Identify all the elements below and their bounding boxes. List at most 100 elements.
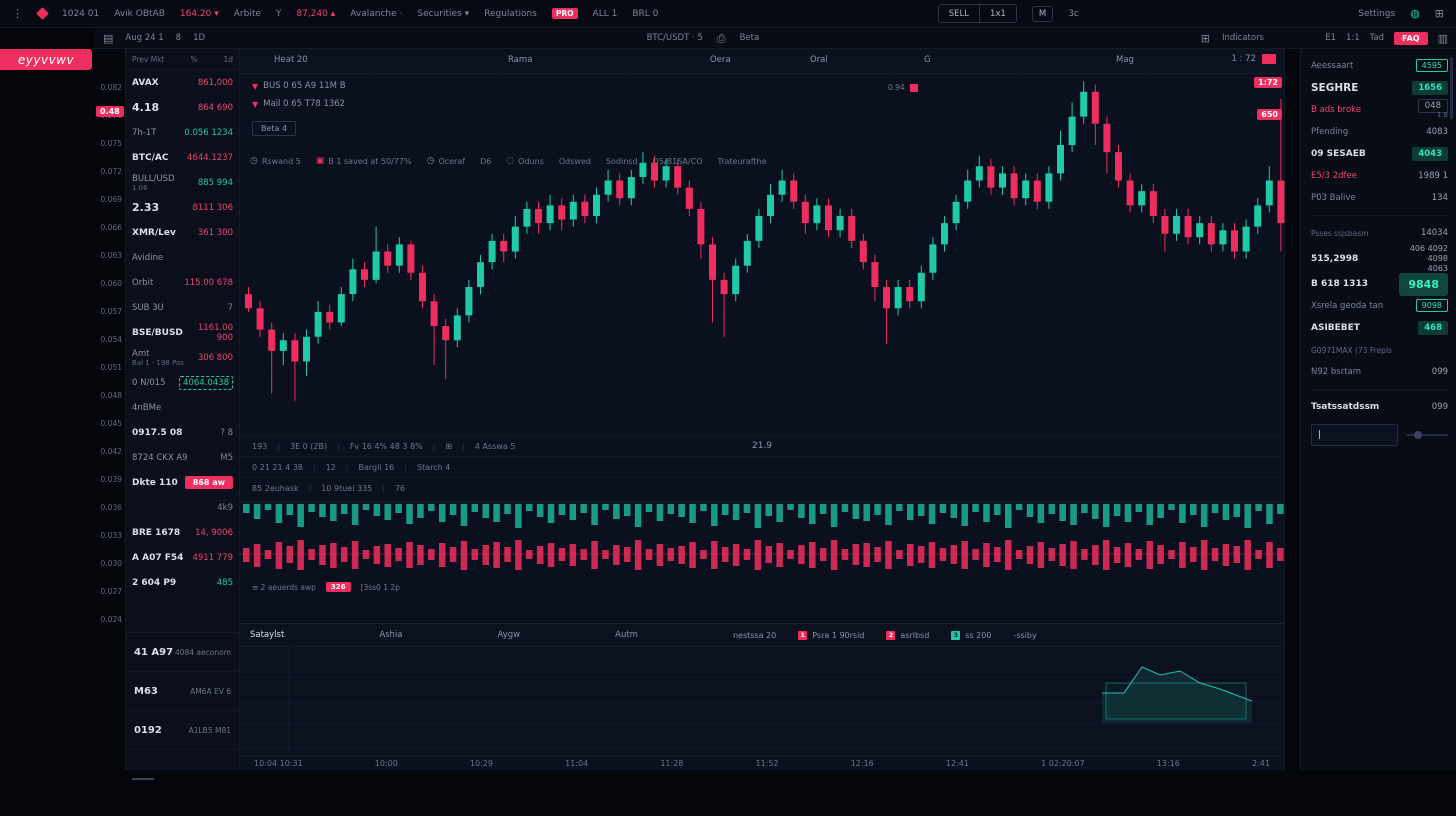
trade-row[interactable]: 0192A1LB5 M81 <box>126 711 239 750</box>
panel-stat-row[interactable]: Pfending4083 <box>1311 121 1448 143</box>
bottom-tab[interactable]: Sataylst <box>250 630 284 640</box>
logo-diamond[interactable] <box>36 7 49 20</box>
panel-stat-row[interactable]: E5/3 2dfee1989 1 <box>1311 165 1448 187</box>
panel-stat-row[interactable]: Tsatssatdssm099 <box>1311 396 1448 418</box>
watchlist-row[interactable]: 2 604 P9485 <box>126 570 239 595</box>
toggle-option[interactable]: 1x1 <box>979 5 1016 22</box>
indicator-item[interactable]: Sodinsd <box>606 157 638 166</box>
nav-item[interactable]: Indicators <box>1222 33 1264 43</box>
indicator-item[interactable]: D6 <box>480 157 491 166</box>
price-axis[interactable]: 0.0820.0780.0750.0720.0690.0660.0630.060… <box>95 49 125 770</box>
watchlist-row[interactable]: BSE/BUSD1161.00 900 <box>126 320 239 345</box>
chart-header-item[interactable]: G <box>924 55 931 65</box>
watchlist-row[interactable]: 0 N/0154064.0438 <box>126 370 239 395</box>
footer-stat-row[interactable]: 193|3E 0 (2B)|Fv 16 4% 48 3 8%|⊞|4 Asswa… <box>240 435 1284 456</box>
apps-icon[interactable]: ⊞ <box>1435 8 1444 19</box>
nav-item[interactable]: 3c <box>1068 9 1079 19</box>
nav-item[interactable]: BTC/USDT · 5 <box>647 33 703 44</box>
watchlist-row[interactable]: Avidine <box>126 245 239 270</box>
watchlist-row[interactable]: BRE 167814, 9006 <box>126 520 239 545</box>
panel-stat-row[interactable]: P03 Balive134 <box>1311 187 1448 209</box>
menu-dots-icon[interactable]: ⋮ <box>12 8 23 19</box>
nav-item[interactable]: Settings <box>1358 9 1395 19</box>
panel-tab[interactable]: E1 <box>1325 33 1336 43</box>
watchlist-row[interactable]: 0917.5 08? 8 <box>126 420 239 445</box>
filter-chip[interactable]: 1Psra 1 90rsid <box>798 631 864 640</box>
nav-item[interactable]: 87,240 ▴ <box>296 9 335 19</box>
filter-chip[interactable]: 3ss 200 <box>951 631 991 640</box>
indicator-item[interactable]: ◌Oduns <box>506 157 544 166</box>
indicator-item[interactable]: ◷Rswand 5 <box>250 157 301 166</box>
nav-item[interactable]: 1024 01 <box>62 9 99 19</box>
panel-stat-row[interactable]: SEGHRE1656 <box>1311 77 1448 99</box>
nav-item[interactable]: Avik OBtAB <box>114 9 165 19</box>
amount-input[interactable]: | <box>1311 424 1398 446</box>
panel-stat-row[interactable]: B 618 13139848 <box>1311 273 1448 295</box>
candlestick-chart[interactable] <box>240 73 1285 433</box>
chart-header-item[interactable]: Mag <box>1116 55 1134 65</box>
grid-icon[interactable]: ⊞ <box>1201 33 1210 44</box>
nav-item[interactable]: 164.20 ▾ <box>180 9 219 19</box>
bottom-tab[interactable]: Autm <box>615 630 638 640</box>
chart-header-item[interactable]: Oera <box>710 55 731 65</box>
watchlist-row[interactable]: 4nBMe <box>126 395 239 420</box>
watchlist-col-pct[interactable]: % <box>190 55 197 64</box>
nav-item[interactable]: Y <box>276 9 282 19</box>
watchlist-row[interactable]: 8724 CKX A9M5 <box>126 445 239 470</box>
panel-stat-row[interactable]: B ads broke0481 8 <box>1311 99 1448 121</box>
nav-item[interactable]: BRL 0 <box>632 9 658 19</box>
slider-handle[interactable] <box>1414 431 1422 439</box>
nav-item[interactable]: 1D <box>193 33 205 43</box>
watchlist-row[interactable]: XMR/Lev361 300 <box>126 220 239 245</box>
filter-chip[interactable]: 2asrlbsd <box>886 631 929 640</box>
bottom-tab[interactable]: Ashia <box>379 630 402 640</box>
panel-tab[interactable]: Tad <box>1370 33 1384 43</box>
nav-item[interactable]: Aug 24 1 <box>125 33 163 43</box>
watchlist-row[interactable]: 2.338111 306 <box>126 195 239 220</box>
box-button[interactable]: M <box>1032 6 1053 22</box>
panel-stat-row[interactable]: 515,2998406 409240984063 <box>1311 244 1448 273</box>
volume-chart[interactable] <box>240 501 1285 580</box>
panel-stat-row[interactable]: Psses ssjsbasm14034 <box>1311 222 1448 244</box>
camera-icon[interactable]: ⎙ <box>717 33 726 44</box>
nav-item[interactable]: 8 <box>176 33 181 43</box>
globe-icon[interactable]: ◍ <box>1410 8 1420 19</box>
indicator-item[interactable]: O5/B1SA/CO <box>653 157 703 166</box>
row-action-button[interactable]: 868 aw <box>185 476 233 489</box>
panel-stat-row[interactable]: N92 bsrtam099 <box>1311 361 1448 383</box>
beta-tag[interactable]: Beta 4 <box>252 121 296 136</box>
watchlist-row[interactable]: BTC/AC4644.1237 <box>126 145 239 170</box>
watchlist-row[interactable]: A A07 F544911 779 <box>126 545 239 570</box>
panel-stat-row[interactable]: 09 SESAEB4043 <box>1311 143 1448 165</box>
indicator-item[interactable]: Odswed <box>559 157 591 166</box>
nav-item[interactable]: ALL 1 <box>593 9 618 19</box>
nav-item[interactable]: Arbite <box>234 9 261 19</box>
nav-item[interactable]: Regulations <box>484 9 537 19</box>
promo-badge[interactable]: eyyvvwv <box>0 49 92 70</box>
watchlist-row[interactable]: Dkte 110868 aw <box>126 470 239 495</box>
filter-chip[interactable]: nestssa 20 <box>733 631 776 640</box>
panel-tab[interactable]: 1:1 <box>1346 33 1360 43</box>
watchlist-row[interactable]: AmtBal 1 · 198 Pas306 800 <box>126 345 239 370</box>
nav-item[interactable]: Beta <box>740 33 760 44</box>
panel-stat-row[interactable]: Xsrela geoda tan9098 <box>1311 295 1448 317</box>
watchlist-col-1d[interactable]: 1d <box>223 55 233 64</box>
volume-legend-item[interactable]: ≡ 2 aeuerds awp <box>252 583 316 592</box>
panel-stat-row[interactable]: G0971MAX (73 Frepis <box>1311 339 1448 361</box>
panel-stat-row[interactable]: ASIBEBET468 <box>1311 317 1448 339</box>
trade-row[interactable]: 41 A974084 aeconom <box>126 633 239 672</box>
watchlist-row[interactable]: AVAX861,000 <box>126 70 239 95</box>
scrollbar[interactable] <box>1450 57 1453 119</box>
panel-icon[interactable]: ▤ <box>103 33 113 44</box>
chart-header-item[interactable]: Oral <box>810 55 828 65</box>
leverage-slider[interactable] <box>1406 434 1448 436</box>
bottom-tab[interactable]: Aygw <box>498 630 521 640</box>
chart-header-item[interactable]: Heat 20 <box>274 55 308 65</box>
footer-stat-row[interactable]: 85 2euhask|10 9tuei 335|76 <box>240 477 1284 498</box>
toggle-option[interactable]: SELL <box>939 5 979 22</box>
footer-stat-row[interactable]: 0 21 21 4 38|12|Bargli 16|Starch 4 <box>240 456 1284 477</box>
volume-legend-item[interactable]: 326 <box>326 582 351 592</box>
indicator-item[interactable]: ◷Oceraf <box>427 157 465 166</box>
layout-icon[interactable]: ▥ <box>1438 33 1448 44</box>
collapse-icon[interactable] <box>1262 54 1276 64</box>
